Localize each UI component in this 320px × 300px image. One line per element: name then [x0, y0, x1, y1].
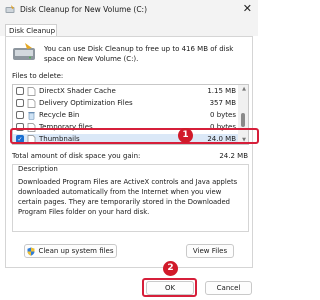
files-to-delete-label: Files to delete: [12, 72, 64, 80]
total-value: 24.2 MB [219, 152, 248, 160]
recycle-bin-icon [28, 112, 35, 120]
item-name: DirectX Shader Cache [39, 87, 116, 95]
checkbox[interactable] [16, 99, 24, 107]
clean-up-system-files-button[interactable]: Clean up system files [24, 244, 117, 258]
close-icon[interactable]: ✕ [243, 3, 252, 15]
step-marker-1: 1 [178, 128, 193, 143]
item-name: Recycle Bin [39, 111, 80, 119]
checkbox[interactable] [16, 87, 24, 95]
file-icon [27, 99, 36, 108]
view-files-button[interactable]: View Files [186, 244, 234, 258]
list-item[interactable]: Recycle Bin 0 bytes [13, 110, 238, 121]
drive-icon [13, 43, 35, 60]
description-title: Description [18, 165, 58, 173]
file-icon [27, 87, 36, 96]
list-item[interactable]: DirectX Shader Cache 1.15 MB [13, 86, 238, 97]
window-title: Disk Cleanup for New Volume (C:) [20, 5, 148, 14]
item-size: 1.15 MB [207, 87, 236, 95]
item-name: Delivery Optimization Files [39, 99, 133, 107]
description-text: Downloaded Program Files are ActiveX con… [18, 178, 238, 216]
item-size: 0 bytes [210, 111, 236, 119]
total-label: Total amount of disk space you gain: [12, 152, 141, 160]
thumbnails-highlight [10, 128, 259, 144]
disk-cleanup-icon [5, 5, 15, 13]
shield-icon [27, 247, 35, 256]
item-size: 357 MB [209, 99, 236, 107]
checkbox[interactable] [16, 111, 24, 119]
scroll-thumb[interactable] [241, 113, 245, 127]
ok-highlight [142, 278, 197, 297]
cancel-button[interactable]: Cancel [205, 281, 252, 295]
intro-text: You can use Disk Cleanup to free up to 4… [44, 45, 234, 63]
step-marker-2: 2 [163, 261, 178, 276]
list-item[interactable]: Delivery Optimization Files 357 MB [13, 98, 238, 109]
scroll-up-icon[interactable]: ▲ [242, 86, 246, 92]
clean-up-system-files-label: Clean up system files [38, 247, 114, 255]
